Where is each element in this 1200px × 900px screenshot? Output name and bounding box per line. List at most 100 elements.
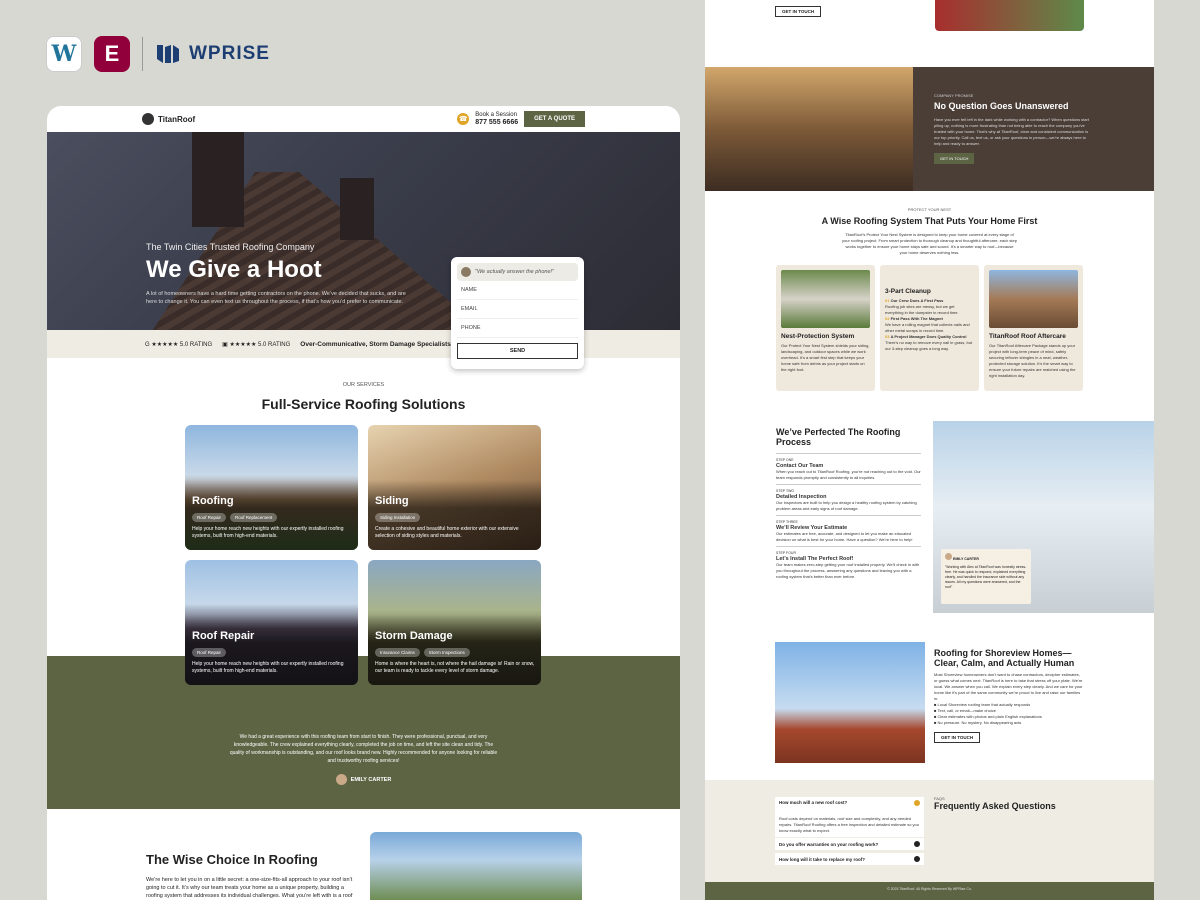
tag: Insurance Claims — [375, 648, 420, 657]
shore-text: Most Shoreview homeowners don’t want to … — [934, 672, 1083, 701]
cleanup-item: 02 First Pass With The Magnet We have a r… — [885, 316, 970, 333]
card-text: Help your home reach new heights with ou… — [192, 526, 344, 539]
shore-bullet: ■ No pressure. No mystery. No disappeari… — [934, 720, 1022, 725]
avatar — [945, 553, 952, 560]
site-nav: TitanRoof ☎ Book a Session 877 555 6666 G… — [47, 106, 680, 132]
wise-text: We’re here to let you in on a little sec… — [146, 877, 353, 899]
book-session[interactable]: Book a Session 877 555 6666 — [475, 112, 518, 127]
wordpress-logo-icon: W — [46, 36, 82, 72]
get-in-touch-button[interactable]: GET IN TOUCH — [775, 6, 822, 17]
phone-field[interactable]: PHONE — [457, 319, 578, 338]
aftercare-image — [989, 270, 1078, 328]
left-page-preview: TitanRoof ☎ Book a Session 877 555 6666 G… — [47, 106, 680, 900]
brand-bar: W E WPRISE — [46, 36, 270, 72]
faq-item-open[interactable]: How much will a new roof cost? Roof cost… — [775, 797, 924, 837]
system-card-aftercare: TitanRoof Roof Aftercare Our TitanRoof A… — [984, 265, 1083, 391]
trust-strip: G ★★★★★ 5.0 RATING ▣ ★★★★★ 5.0 RATING Ov… — [47, 330, 680, 358]
card-text: Our TitanRoof Aftercare Package stands u… — [989, 343, 1076, 378]
card-text: Help your home reach new heights with ou… — [192, 661, 344, 674]
top-cta-row: GET IN TOUCH — [705, 0, 1154, 31]
form-quote: "We actually answer the phone!" — [457, 263, 578, 281]
name-field[interactable]: NAME — [457, 281, 578, 300]
wprise-wordmark: WPRISE — [189, 43, 270, 64]
nest-image — [781, 270, 870, 328]
hero-section: The Twin Cities Trusted Roofing Company … — [47, 132, 680, 330]
chimney-image — [192, 132, 244, 227]
services-label: OUR SERVICES — [342, 382, 385, 388]
tag: Roof Repair — [192, 648, 227, 657]
avatar — [461, 267, 471, 277]
phone-icon: ☎ — [457, 113, 470, 125]
promise-section: COMPANY PROMISE No Question Goes Unanswe… — [705, 67, 1154, 191]
garden-image — [935, 0, 1084, 31]
avatar — [335, 774, 347, 785]
expand-icon — [914, 841, 920, 847]
promise-label: COMPANY PROMISE — [934, 93, 974, 98]
hero-text: A lot of homeowners have a hard time get… — [146, 291, 406, 305]
wprise-mark-icon — [157, 45, 179, 63]
tag: Roof Replacement — [230, 513, 278, 522]
card-title: Nest-Protection System — [781, 333, 855, 340]
card-title: TitanRoof Roof Aftercare — [989, 333, 1066, 340]
faq-item[interactable]: Do you offer warranties on your roofing … — [775, 838, 924, 850]
faq-item[interactable]: How long will it take to replace my roof… — [775, 853, 924, 865]
system-text: TitanRoof’s Protect Your Nest System is … — [842, 232, 1017, 255]
service-card-roof-repair[interactable]: Roof Repair Roof Repair Help your home r… — [185, 560, 358, 685]
google-rating: G ★★★★★ 5.0 RATING — [145, 341, 213, 348]
contact-form: "We actually answer the phone!" NAME EMA… — [451, 257, 584, 369]
card-title: 3-Part Cleanup — [885, 288, 931, 295]
tag: Storm Inspections — [423, 648, 470, 657]
system-card-nest: Nest-Protection System Our Protect Your … — [776, 265, 875, 391]
testimonial-text: We had a great experience with this roof… — [229, 734, 498, 764]
house-image — [370, 832, 582, 900]
get-quote-button[interactable]: GET A QUOTE — [524, 111, 585, 127]
promise-button[interactable]: GET IN TOUCH — [934, 153, 975, 164]
review-rating: ▣ ★★★★★ 5.0 RATING — [222, 341, 291, 348]
chimney-image — [340, 178, 374, 240]
faq-title: Frequently Asked Questions — [934, 801, 1056, 811]
process-step: STEP FOUR Let’s Install The Perfect Roof!… — [776, 546, 921, 583]
family-photo — [705, 67, 913, 191]
card-title: Storm Damage — [375, 630, 453, 642]
promise-title: No Question Goes Unanswered — [934, 101, 1069, 111]
card-text: Home is where the heart is, not where th… — [375, 661, 535, 674]
system-label: PROTECT YOUR NEST — [907, 207, 952, 212]
brand-divider — [142, 37, 143, 71]
cleanup-item: 01 Our Crew Does A First Pass Roofing job… — [885, 298, 959, 315]
services-title: Full-Service Roofing Solutions — [261, 396, 466, 412]
process-title: We’ve Perfected The Roofing Process — [776, 427, 901, 447]
shore-button[interactable]: GET IN TOUCH — [934, 732, 981, 743]
card-title: Roofing — [192, 495, 234, 507]
faq-section: How much will a new roof cost? Roof cost… — [705, 780, 1154, 882]
card-title: Siding — [375, 495, 409, 507]
tag: Roof Repair — [192, 513, 227, 522]
system-card-cleanup: 3-Part Cleanup 01 Our Crew Does A First … — [880, 265, 979, 391]
service-card-roofing[interactable]: Roofing Roof Repair Roof Replacement Help… — [185, 425, 358, 550]
send-button[interactable]: SEND — [457, 343, 578, 359]
tag: Siding Installation — [375, 513, 421, 522]
system-header: PROTECT YOUR NEST A Wise Roofing System … — [705, 207, 1154, 256]
roofer-image — [775, 642, 925, 763]
shoreview-section: Roofing for Shoreview Homes—Clear, Calm,… — [705, 642, 1154, 763]
card-title: Roof Repair — [192, 630, 255, 642]
process-step: STEP THREE We’ll Review Your Estimate Our … — [776, 515, 921, 546]
card-text: Create a cohesive and beautiful home ext… — [375, 526, 519, 539]
shore-title: Roofing for Shoreview Homes—Clear, Calm,… — [934, 648, 1075, 668]
hero-subtitle: The Twin Cities Trusted Roofing Company — [146, 242, 315, 252]
service-card-storm-damage[interactable]: Storm Damage Insurance Claims Storm Inspe… — [368, 560, 541, 685]
process-step: STEP ONE Contact Our Team When you reach o… — [776, 453, 921, 484]
process-quote-card: EMILY CARTER "Working with Alex at Titan… — [941, 549, 1031, 604]
site-logo[interactable]: TitanRoof — [142, 113, 195, 125]
card-text: Our Protect Your Nest System shields you… — [781, 343, 870, 372]
collapse-icon — [914, 800, 920, 806]
email-field[interactable]: EMAIL — [457, 300, 578, 319]
process-step: STEP TWO Detailed Inspection Our inspector… — [776, 484, 921, 515]
owl-icon — [142, 113, 154, 125]
hero-title: We Give a Hoot — [146, 256, 322, 283]
cleanup-item: 03 A Project Manager Does Quality Contro… — [885, 334, 973, 351]
process-section: We’ve Perfected The Roofing Process STEP… — [705, 421, 1154, 613]
service-card-siding[interactable]: Siding Siding Installation Create a cohe… — [368, 425, 541, 550]
footer: © 2025 TitanRoof. All Rights Reserved By… — [705, 882, 1154, 900]
elementor-logo-icon: E — [94, 36, 130, 72]
promise-text: Have you ever felt left in the dark whil… — [934, 117, 1089, 146]
